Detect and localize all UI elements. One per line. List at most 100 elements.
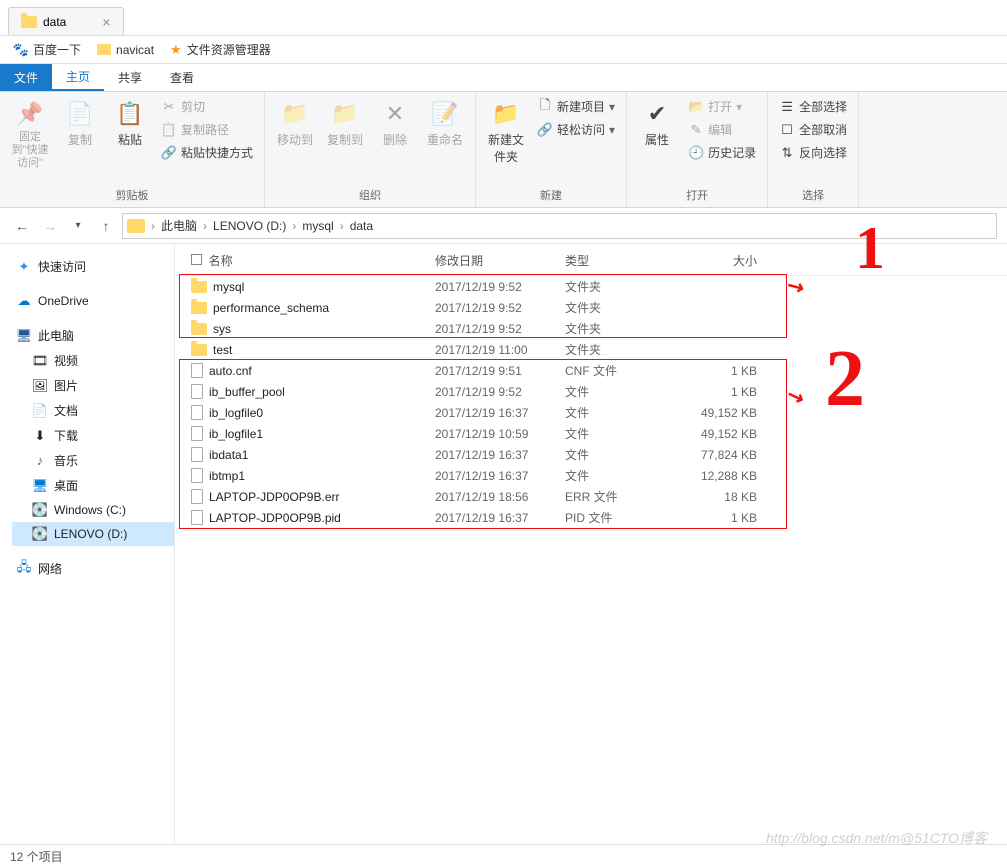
sidebar-video[interactable]: 🎞视频 [12, 348, 174, 373]
copy-to-button[interactable]: 📁复制到 [323, 96, 367, 152]
video-icon: 🎞 [32, 353, 48, 369]
sidebar-this-pc[interactable]: 🖥此电脑 [12, 323, 174, 348]
sidebar-desktop[interactable]: 🖥桌面 [12, 473, 174, 498]
file-row[interactable]: LAPTOP-JDP0OP9B.err2017/12/19 18:56ERR 文… [175, 486, 1007, 507]
file-date: 2017/12/19 10:59 [435, 427, 565, 441]
file-icon [191, 510, 203, 525]
file-type: PID 文件 [565, 509, 675, 526]
back-button[interactable]: ← [10, 214, 34, 238]
open-button[interactable]: 📂打开▾ [685, 96, 759, 117]
tab-share[interactable]: 共享 [104, 64, 156, 91]
bookmark-navicat[interactable]: navicat [97, 43, 154, 57]
copy-button[interactable]: 📄 复制 [58, 96, 102, 152]
easy-access-button[interactable]: 🔗轻松访问▾ [534, 119, 618, 140]
sidebar-network[interactable]: 🖧网络 [12, 556, 174, 581]
crumb-mysql[interactable]: mysql [298, 219, 337, 233]
sidebar-pictures[interactable]: 🖼图片 [12, 373, 174, 398]
file-type: 文件 [565, 425, 675, 442]
tab-home[interactable]: 主页 [52, 64, 104, 91]
tab-title: data [43, 15, 66, 29]
recent-button[interactable]: ▾ [66, 214, 90, 238]
file-size: 18 KB [675, 490, 765, 504]
file-row[interactable]: ib_logfile12017/12/19 10:59文件49,152 KB [175, 423, 1007, 444]
bookmark-bar: 🐾 百度一下 navicat ★ 文件资源管理器 [0, 36, 1007, 64]
file-row[interactable]: ibdata12017/12/19 16:37文件77,824 KB [175, 444, 1007, 465]
pin-button[interactable]: 📌 固定到"快速访问" [8, 96, 52, 174]
group-label: 剪贴板 [8, 185, 256, 205]
tab-file[interactable]: 文件 [0, 64, 52, 91]
history-button[interactable]: 🕘历史记录 [685, 142, 759, 163]
select-all-button[interactable]: ☰全部选择 [776, 96, 850, 117]
ribbon: 📌 固定到"快速访问" 📄 复制 📋 粘贴 ✂剪切 📋复制路径 🔗粘贴快捷方式 … [0, 92, 1007, 208]
file-row[interactable]: test2017/12/19 11:00文件夹 [175, 339, 1007, 360]
paste-button[interactable]: 📋 粘贴 [108, 96, 152, 152]
star-icon: ✦ [16, 259, 32, 275]
crumb-thispc[interactable]: 此电脑 [157, 217, 201, 234]
tab-view[interactable]: 查看 [156, 64, 208, 91]
sidebar-music[interactable]: ♪音乐 [12, 448, 174, 473]
file-row[interactable]: ib_buffer_pool2017/12/19 9:52文件1 KB [175, 381, 1007, 402]
col-name[interactable]: 名称 [175, 252, 435, 269]
forward-button[interactable]: → [38, 214, 62, 238]
newitem-icon: 🗋 [537, 99, 553, 115]
crumb-data[interactable]: data [346, 219, 377, 233]
col-size[interactable]: 大小 [675, 252, 765, 269]
cut-button[interactable]: ✂剪切 [158, 96, 256, 117]
new-item-button[interactable]: 🗋新建项目▾ [534, 96, 618, 117]
group-label: 选择 [776, 185, 850, 205]
file-row[interactable]: mysql2017/12/19 9:52文件夹 [175, 276, 1007, 297]
file-icon [191, 384, 203, 399]
ribbon-group-clipboard: 📌 固定到"快速访问" 📄 复制 📋 粘贴 ✂剪切 📋复制路径 🔗粘贴快捷方式 … [0, 92, 265, 207]
new-folder-button[interactable]: 📁新建文件夹 [484, 96, 528, 169]
folder-icon [21, 16, 37, 28]
group-label: 打开 [635, 185, 759, 205]
file-name: auto.cnf [209, 364, 252, 378]
path-icon: 📋 [161, 122, 177, 138]
file-date: 2017/12/19 9:52 [435, 322, 565, 336]
crumb-drive[interactable]: LENOVO (D:) [209, 219, 290, 233]
ribbon-group-open: ✔属性 📂打开▾ ✎编辑 🕘历史记录 打开 [627, 92, 768, 207]
invert-select-button[interactable]: ⇅反向选择 [776, 142, 850, 163]
delete-button[interactable]: ✕删除 [373, 96, 417, 152]
edit-button[interactable]: ✎编辑 [685, 119, 759, 140]
file-name: LAPTOP-JDP0OP9B.err [209, 490, 340, 504]
file-row[interactable]: ib_logfile02017/12/19 16:37文件49,152 KB [175, 402, 1007, 423]
select-none-button[interactable]: ☐全部取消 [776, 119, 850, 140]
sidebar-documents[interactable]: 📄文档 [12, 398, 174, 423]
file-row[interactable]: sys2017/12/19 9:52文件夹 [175, 318, 1007, 339]
sidebar-onedrive[interactable]: ☁OneDrive [12, 289, 174, 313]
file-date: 2017/12/19 9:51 [435, 364, 565, 378]
rename-button[interactable]: 📝重命名 [423, 96, 467, 152]
network-icon: 🖧 [16, 561, 32, 577]
open-icon: 📂 [688, 99, 704, 115]
newfolder-icon: 📁 [492, 100, 520, 128]
file-row[interactable]: auto.cnf2017/12/19 9:51CNF 文件1 KB [175, 360, 1007, 381]
sidebar-quick-access[interactable]: ✦快速访问 [12, 254, 174, 279]
file-row[interactable]: performance_schema2017/12/19 9:52文件夹 [175, 297, 1007, 318]
sidebar-drive-c[interactable]: 💽Windows (C:) [12, 498, 174, 522]
file-row[interactable]: ibtmp12017/12/19 16:37文件12,288 KB [175, 465, 1007, 486]
window-tab[interactable]: data × [8, 7, 124, 35]
file-name: performance_schema [213, 301, 329, 315]
bookmark-explorer[interactable]: ★ 文件资源管理器 [170, 41, 271, 58]
file-icon [191, 468, 203, 483]
sidebar-drive-d[interactable]: 💽LENOVO (D:) [12, 522, 174, 546]
col-type[interactable]: 类型 [565, 252, 675, 269]
sidebar: ✦快速访问 ☁OneDrive 🖥此电脑 🎞视频 🖼图片 📄文档 ⬇下载 ♪音乐… [0, 244, 175, 844]
copy-path-button[interactable]: 📋复制路径 [158, 119, 256, 140]
file-row[interactable]: LAPTOP-JDP0OP9B.pid2017/12/19 16:37PID 文… [175, 507, 1007, 528]
folder-icon [191, 344, 207, 356]
breadcrumb[interactable]: › 此电脑 › LENOVO (D:) › mysql › data [122, 213, 997, 239]
paste-shortcut-button[interactable]: 🔗粘贴快捷方式 [158, 142, 256, 163]
close-icon[interactable]: × [102, 14, 110, 30]
select-all-checkbox[interactable] [191, 254, 202, 265]
folder-icon [191, 281, 207, 293]
bookmark-baidu[interactable]: 🐾 百度一下 [14, 41, 81, 58]
move-to-button[interactable]: 📁移动到 [273, 96, 317, 152]
up-button[interactable]: ↑ [94, 214, 118, 238]
properties-button[interactable]: ✔属性 [635, 96, 679, 152]
file-type: 文件 [565, 446, 675, 463]
file-type: 文件 [565, 404, 675, 421]
col-date[interactable]: 修改日期 [435, 252, 565, 269]
sidebar-downloads[interactable]: ⬇下载 [12, 423, 174, 448]
